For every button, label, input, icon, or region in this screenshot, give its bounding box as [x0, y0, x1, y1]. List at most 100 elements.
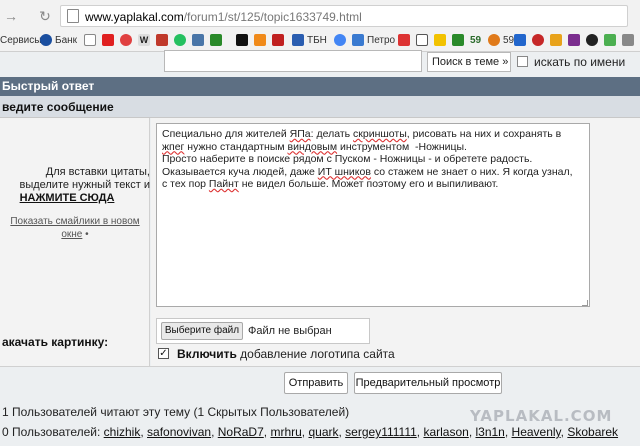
message-textarea[interactable]: Специально для жителей ЯПа: делать скрин… — [156, 123, 590, 307]
search-input[interactable] — [164, 50, 422, 72]
url-path: /forum1/st/125/topic1633749.html — [183, 10, 362, 24]
wiki-icon[interactable]: W — [138, 34, 150, 46]
page: Поиск в теме » искать по имени Быстрый о… — [0, 50, 640, 446]
bookmark-petro[interactable]: Петро — [352, 33, 395, 47]
drop-icon[interactable] — [586, 34, 598, 46]
msg-part: скриншоты — [353, 128, 407, 140]
click-here-link[interactable]: НАЖМИТЕ СЮДА — [0, 192, 134, 204]
yellow-icon[interactable] — [434, 34, 446, 46]
user-link[interactable]: Heavenly — [512, 425, 561, 439]
bank-icon — [40, 34, 52, 46]
red-icon[interactable] — [156, 34, 168, 46]
logo-label: Включить добавление логотипа сайта — [177, 347, 395, 361]
name-search-label: искать по имени — [534, 55, 626, 69]
t-icon[interactable] — [452, 34, 464, 46]
logo-label-rest: добавление логотипа сайта — [236, 347, 395, 361]
address-bar[interactable]: www.yaplakal.com/forum1/st/125/topic1633… — [60, 5, 628, 27]
search-strip: Поиск в теме » искать по имени — [0, 50, 640, 76]
user-link[interactable]: sergey111111 — [345, 425, 417, 439]
name-search-checkbox[interactable] — [517, 56, 528, 67]
user-link[interactable]: quark — [308, 425, 338, 439]
bookmark-59a[interactable]: 59 — [470, 33, 481, 47]
more-icon[interactable] — [622, 34, 634, 46]
msg-part: ЯПа — [289, 128, 311, 140]
check-icon[interactable] — [210, 34, 222, 46]
quote-hint: Для вставки цитаты, выделите нужный текс… — [0, 166, 150, 192]
user-link[interactable]: karlason — [423, 425, 468, 439]
bookmark-label: 59 — [470, 34, 482, 46]
user-link[interactable]: l3n1n — [475, 425, 504, 439]
users-prefix: 0 Пользователей: — [2, 425, 104, 439]
msg-part: , рисовать на них и сохранять в — [406, 128, 562, 140]
quote-hint-line: Для вставки цитаты, — [45, 166, 150, 178]
doc-icon[interactable] — [84, 34, 96, 46]
quick-reply-header: Быстрый ответ — [0, 77, 640, 96]
browser-chrome: → ↻ www.yaplakal.com/forum1/st/125/topic… — [0, 0, 640, 52]
youtube-icon[interactable] — [102, 34, 114, 46]
bookmark-label: Петро — [367, 34, 396, 46]
logo-checkbox[interactable]: ✓ — [158, 348, 169, 359]
mail-icon[interactable] — [120, 34, 132, 46]
readers-count: 1 Пользователей читают эту тему (1 Скрыт… — [2, 405, 350, 419]
flower-icon[interactable] — [532, 34, 544, 46]
user-link[interactable]: Skobarek — [567, 425, 618, 439]
user-link[interactable]: chizhik — [104, 425, 141, 439]
bookmark-59b[interactable]: 59 — [488, 33, 514, 47]
red-circle-icon[interactable] — [398, 34, 410, 46]
left-cell — [0, 118, 150, 366]
user-link[interactable]: mrhru — [270, 425, 301, 439]
forward-icon[interactable]: → — [2, 7, 20, 25]
petro-icon — [352, 34, 364, 46]
bookmarks-bar: Сервисы Банк W ТБН Петро 59 59 — [0, 31, 640, 49]
circle-icon — [488, 34, 500, 46]
address-row: → ↻ www.yaplakal.com/forum1/st/125/topic… — [0, 4, 640, 28]
b-icon[interactable] — [416, 34, 428, 46]
resize-grip[interactable] — [582, 300, 588, 306]
green-icon[interactable] — [604, 34, 616, 46]
url-host: www.yaplakal.com — [85, 10, 184, 24]
msg-part: нужно стандартным — [184, 140, 288, 153]
whatsapp-icon[interactable] — [174, 34, 186, 46]
tv-icon[interactable] — [272, 34, 284, 46]
vk-icon[interactable] — [192, 34, 204, 46]
choose-file-button[interactable]: Выберите файл — [161, 322, 243, 340]
msg-part: Специально для жителей — [162, 128, 290, 140]
bookmark-services[interactable]: Сервисы — [0, 33, 41, 47]
bookmark-label: 59 — [503, 34, 515, 46]
orange-icon[interactable] — [254, 34, 266, 46]
pin-icon[interactable] — [568, 34, 580, 46]
google-icon[interactable] — [334, 34, 346, 46]
send-button[interactable]: Отправить — [284, 372, 348, 394]
site-watermark: YAPLAKAL.COM — [470, 407, 613, 425]
bookmark-bank[interactable]: Банк — [40, 33, 77, 47]
bookmark-label: ТБН — [307, 34, 327, 46]
url-text: www.yaplakal.com/forum1/st/125/topic1633… — [85, 10, 362, 24]
logo-label-bold: Включить — [177, 347, 237, 361]
msg-part: : делать — [310, 128, 354, 140]
msg-part: виндовым — [287, 140, 338, 153]
user-link[interactable]: safonovivan — [147, 425, 211, 439]
smiles-link-line: окне — [61, 229, 83, 240]
page-icon — [67, 9, 79, 23]
puzzle-icon[interactable] — [550, 34, 562, 46]
show-smiles-link[interactable]: Показать смайлики в новом окне • — [0, 215, 150, 241]
msg-part: ИТ шников — [317, 165, 371, 178]
msg-part: жпег — [162, 140, 185, 153]
enter-message-header: ведите сообщение — [0, 96, 640, 118]
tbn-icon — [292, 34, 304, 46]
msg-part: Пайнт — [208, 178, 239, 190]
preview-button[interactable]: Предварительный просмотр — [354, 372, 502, 394]
bookmark-label: Банк — [55, 34, 78, 46]
search-scope-select[interactable]: Поиск в теме » — [427, 52, 511, 72]
quote-hint-line: выделите нужный текст и — [19, 179, 150, 191]
bookmark-tbn[interactable]: ТБН — [292, 33, 327, 47]
upload-label: акачать картинку: — [2, 335, 109, 349]
arrow-icon[interactable] — [514, 34, 526, 46]
bookmark-label: Сервисы — [0, 34, 42, 46]
news-icon[interactable] — [236, 34, 248, 46]
file-status: Файл не выбран — [248, 325, 332, 337]
user-link[interactable]: NoRaD7 — [218, 425, 264, 439]
users-list: 0 Пользователей: chizhik, safonovivan, N… — [2, 425, 619, 439]
reload-icon[interactable]: ↻ — [36, 7, 54, 25]
smiles-link-line: Показать смайлики в новом — [10, 216, 140, 227]
